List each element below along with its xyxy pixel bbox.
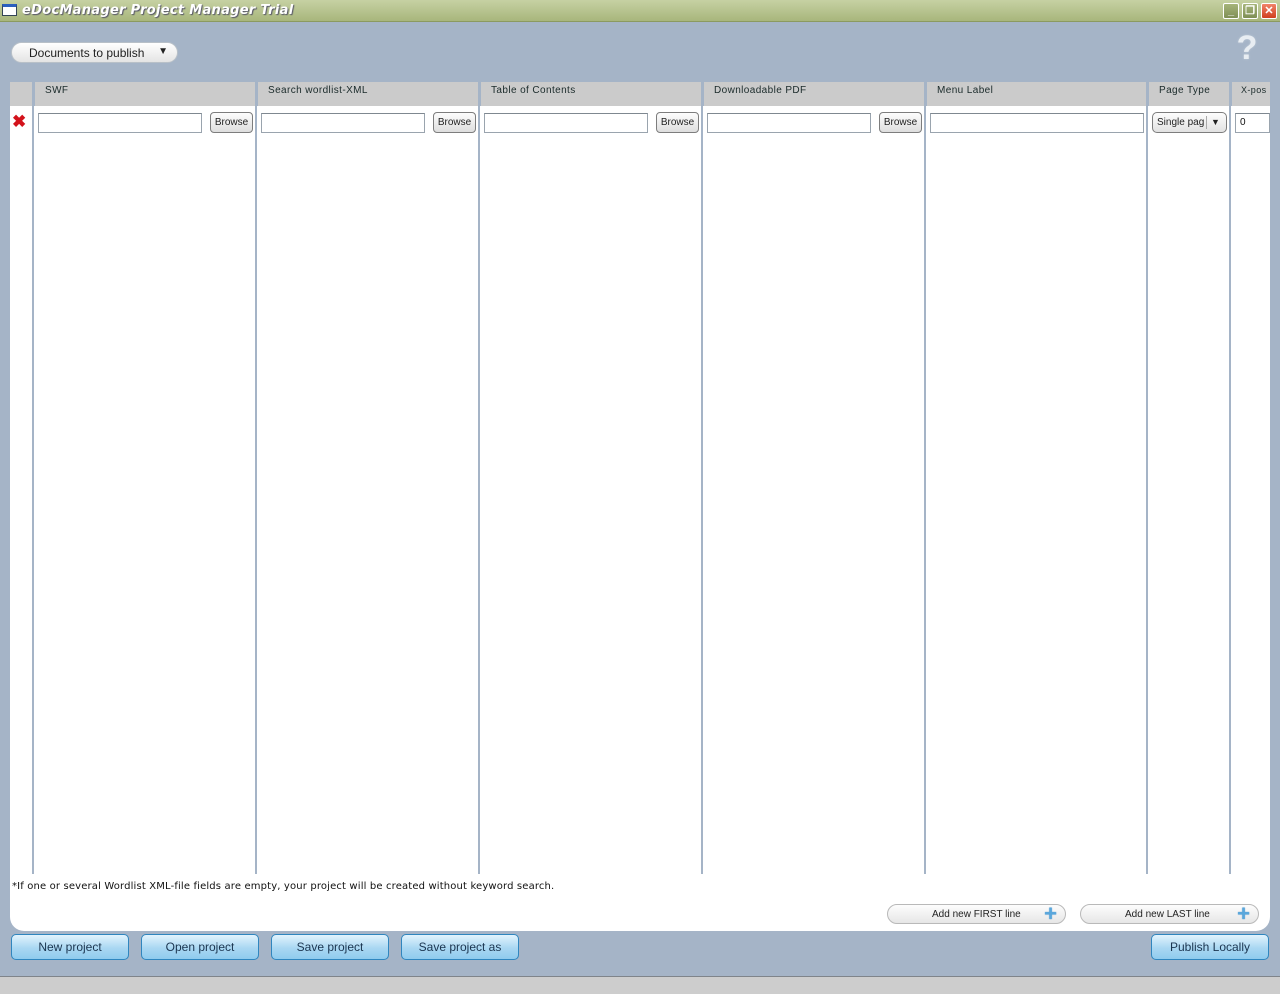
column-divider xyxy=(1146,106,1148,874)
add-first-line-button[interactable]: Add new FIRST line + xyxy=(887,901,1066,926)
pdf-input[interactable] xyxy=(707,113,871,133)
page-type-value: Single pag xyxy=(1157,117,1205,128)
header-swf: SWF xyxy=(35,82,255,106)
chevron-down-icon: ▼ xyxy=(1211,117,1220,127)
column-divider xyxy=(924,106,926,874)
column-divider xyxy=(32,106,34,874)
pdf-browse-button[interactable]: Browse xyxy=(879,112,922,133)
header-table-of-contents: Table of Contents xyxy=(481,82,701,106)
publish-locally-button[interactable]: Publish Locally xyxy=(1151,934,1269,960)
app-window-icon xyxy=(2,4,17,16)
add-last-line-button[interactable]: Add new LAST line + xyxy=(1080,901,1259,926)
header-xpos: X-pos xyxy=(1232,82,1270,106)
add-first-line-label: Add new FIRST line xyxy=(932,909,1021,920)
toc-browse-button[interactable]: Browse xyxy=(656,112,699,133)
window-title: eDocManager Project Manager Trial xyxy=(22,3,294,18)
swf-browse-button[interactable]: Browse xyxy=(210,112,253,133)
menu-label-input[interactable] xyxy=(930,113,1144,133)
status-bar xyxy=(0,976,1280,994)
header-menu-label: Menu Label xyxy=(927,82,1146,106)
header-search-wordlist: Search wordlist-XML xyxy=(258,82,478,106)
help-icon[interactable]: ? xyxy=(1232,30,1262,66)
column-divider xyxy=(1229,106,1231,874)
swf-input[interactable] xyxy=(38,113,202,133)
plus-icon: + xyxy=(1044,901,1057,926)
title-bar: eDocManager Project Manager Trial _ ❐ ✕ xyxy=(0,0,1280,22)
header-page-type: Page Type xyxy=(1149,82,1229,106)
maximize-button[interactable]: ❐ xyxy=(1242,3,1258,19)
column-divider xyxy=(478,106,480,874)
save-project-as-button[interactable]: Save project as xyxy=(401,934,519,960)
documents-table-panel: SWF Search wordlist-XML Table of Content… xyxy=(10,82,1270,931)
chevron-down-icon: ▼ xyxy=(158,46,168,57)
select-separator xyxy=(1206,116,1207,129)
xpos-input[interactable]: 0 xyxy=(1235,113,1270,133)
search-wordlist-input[interactable] xyxy=(261,113,425,133)
new-project-button[interactable]: New project xyxy=(11,934,129,960)
open-project-button[interactable]: Open project xyxy=(141,934,259,960)
plus-icon: + xyxy=(1237,901,1250,926)
column-divider xyxy=(701,106,703,874)
column-divider xyxy=(255,106,257,874)
add-last-line-label: Add new LAST line xyxy=(1125,909,1210,920)
wordlist-note: *If one or several Wordlist XML-file fie… xyxy=(12,881,555,892)
documents-dropdown[interactable]: Documents to publish ▼ xyxy=(11,42,178,63)
page-type-select[interactable]: Single pag ▼ xyxy=(1152,112,1227,133)
save-project-button[interactable]: Save project xyxy=(271,934,389,960)
delete-row-icon[interactable]: ✖ xyxy=(12,113,26,130)
table-header: SWF Search wordlist-XML Table of Content… xyxy=(10,82,1270,106)
close-button[interactable]: ✕ xyxy=(1261,3,1277,19)
documents-dropdown-label: Documents to publish xyxy=(29,46,145,60)
minimize-button[interactable]: _ xyxy=(1223,3,1239,19)
toc-input[interactable] xyxy=(484,113,648,133)
header-delete xyxy=(10,82,32,106)
header-downloadable-pdf: Downloadable PDF xyxy=(704,82,924,106)
search-wordlist-browse-button[interactable]: Browse xyxy=(433,112,476,133)
